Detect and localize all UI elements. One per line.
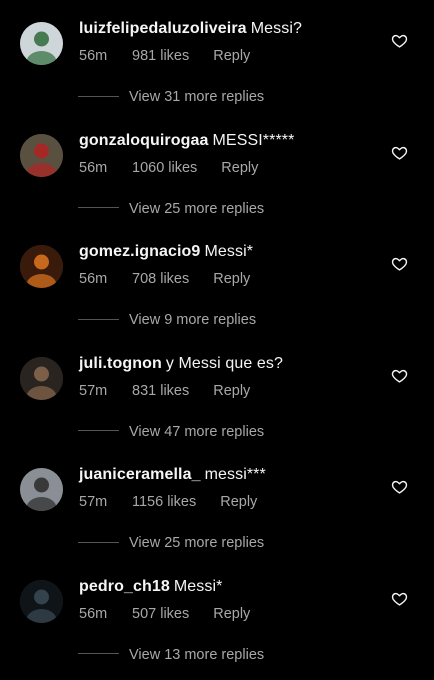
heart-icon[interactable] xyxy=(391,590,408,607)
view-more-replies-button[interactable]: View 9 more replies xyxy=(78,312,256,330)
timestamp: 57m xyxy=(79,382,108,399)
comment-meta: 56m 708 likes Reply xyxy=(79,271,250,287)
avatar[interactable] xyxy=(20,22,63,65)
avatar-image xyxy=(20,22,63,65)
comment-text: Messi* xyxy=(173,577,223,595)
comment-text: y Messi que es? xyxy=(165,354,283,372)
likes-count[interactable]: 831 likes xyxy=(132,383,189,399)
reply-button[interactable]: Reply xyxy=(220,494,257,510)
likes-count[interactable]: 1060 likes xyxy=(132,160,197,176)
comment-line: gomez.ignacio9 Messi* xyxy=(79,243,253,261)
heart-icon[interactable] xyxy=(391,32,408,49)
comment-item: gomez.ignacio9 Messi* 56m 708 likes Reply V… xyxy=(0,223,434,335)
heart-icon[interactable] xyxy=(391,478,408,495)
view-more-replies-button[interactable]: View 47 more replies xyxy=(78,424,264,442)
replies-divider xyxy=(78,430,119,432)
likes-count[interactable]: 507 likes xyxy=(132,606,189,622)
avatar-image xyxy=(20,245,63,288)
avatar-image xyxy=(20,579,63,623)
avatar[interactable] xyxy=(20,245,63,288)
username-link[interactable]: luizfelipedaluzoliveira xyxy=(79,20,247,37)
view-replies-label: View 31 more replies xyxy=(129,89,265,105)
comment-text: messi*** xyxy=(204,466,266,483)
avatar[interactable] xyxy=(20,133,63,177)
view-replies-label: View 25 more replies xyxy=(129,200,265,217)
comment-meta: 57m 831 likes Reply xyxy=(79,383,250,399)
timestamp: 57m xyxy=(79,494,108,510)
timestamp: 56m xyxy=(79,159,108,176)
avatar[interactable] xyxy=(20,356,63,400)
comment-meta: 57m 1156 likes Reply xyxy=(79,494,257,510)
likes-count[interactable]: 708 likes xyxy=(132,271,189,287)
comment-item: juli.tognon y Messi que es? 57m 831 likes R… xyxy=(0,335,434,447)
view-more-replies-button[interactable]: View 25 more replies xyxy=(78,535,264,553)
comment-item: gonzaloquirogaa MESSI***** 56m 1060 likes R… xyxy=(0,112,434,224)
comment-line: juaniceramella_ messi*** xyxy=(79,466,266,484)
timestamp: 56m xyxy=(79,271,108,287)
timestamp: 56m xyxy=(79,48,108,64)
view-more-replies-button[interactable]: View 13 more replies xyxy=(78,647,264,665)
view-replies-label: View 47 more replies xyxy=(129,423,265,440)
avatar-image xyxy=(20,468,63,511)
comment-meta: 56m 1060 likes Reply xyxy=(79,160,258,176)
username-link[interactable]: gomez.ignacio9 xyxy=(79,243,200,260)
view-replies-label: View 9 more replies xyxy=(129,312,257,328)
comment-meta: 56m 507 likes Reply xyxy=(79,606,250,622)
username-link[interactable]: juli.tognon xyxy=(79,355,162,372)
username-link[interactable]: juaniceramella_ xyxy=(79,466,201,483)
replies-divider xyxy=(78,541,119,543)
comment-item: pedro_ch18 Messi* 56m 507 likes Reply View … xyxy=(0,558,434,670)
view-more-replies-button[interactable]: View 31 more replies xyxy=(78,89,264,107)
comment-meta: 56m 981 likes Reply xyxy=(79,48,250,64)
avatar[interactable] xyxy=(20,579,63,623)
comment-line: gonzaloquirogaa MESSI***** xyxy=(79,132,294,150)
reply-button[interactable]: Reply xyxy=(213,48,250,64)
username-link[interactable]: gonzaloquirogaa xyxy=(79,132,209,149)
replies-divider xyxy=(78,207,119,209)
view-replies-label: View 13 more replies xyxy=(129,646,265,663)
comment-text: Messi? xyxy=(250,20,302,37)
reply-button[interactable]: Reply xyxy=(221,160,258,176)
comment-item: luizfelipedaluzoliveira Messi? 56m 981 lik… xyxy=(0,0,434,112)
comment-line: pedro_ch18 Messi* xyxy=(79,578,222,596)
replies-divider xyxy=(78,318,119,320)
likes-count[interactable]: 981 likes xyxy=(132,48,189,64)
comment-text: Messi* xyxy=(204,243,254,260)
comment-item: juaniceramella_ messi*** 57m 1156 likes Rep… xyxy=(0,446,434,558)
reply-button[interactable]: Reply xyxy=(213,383,250,399)
comment-line: luizfelipedaluzoliveira Messi? xyxy=(79,20,302,38)
replies-divider xyxy=(78,95,119,97)
heart-icon[interactable] xyxy=(391,144,408,161)
likes-count[interactable]: 1156 likes xyxy=(132,494,196,510)
avatar-image xyxy=(20,133,63,177)
avatar-image xyxy=(20,356,63,400)
username-link[interactable]: pedro_ch18 xyxy=(79,578,170,595)
comment-text: MESSI***** xyxy=(212,131,295,149)
view-more-replies-button[interactable]: View 25 more replies xyxy=(78,201,264,219)
reply-button[interactable]: Reply xyxy=(213,271,250,287)
heart-icon[interactable] xyxy=(391,367,408,384)
timestamp: 56m xyxy=(79,605,108,622)
reply-button[interactable]: Reply xyxy=(213,606,250,622)
view-replies-label: View 25 more replies xyxy=(129,535,265,551)
heart-icon[interactable] xyxy=(391,255,408,272)
comment-line: juli.tognon y Messi que es? xyxy=(79,355,283,373)
avatar[interactable] xyxy=(20,468,63,511)
replies-divider xyxy=(78,653,119,655)
